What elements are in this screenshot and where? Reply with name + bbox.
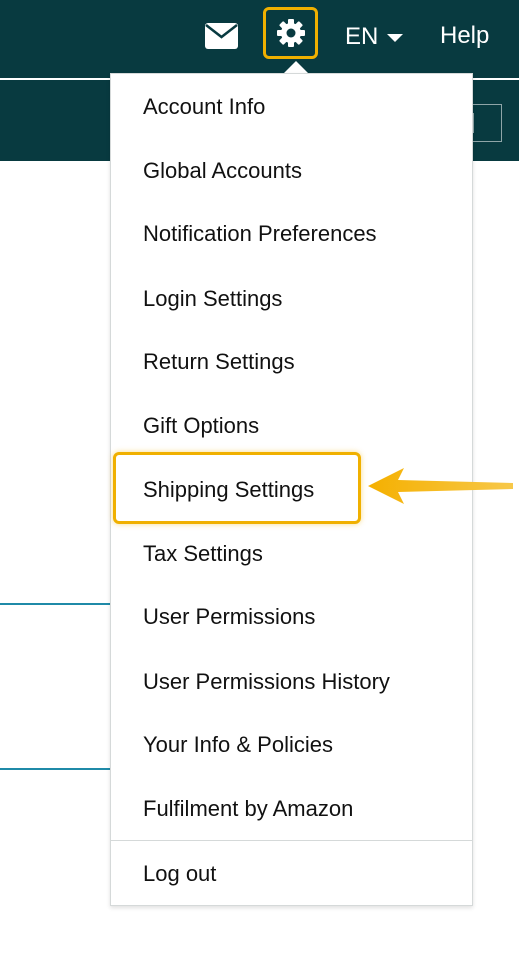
menu-separator <box>111 840 472 841</box>
menu-item-tax-settings[interactable]: Tax Settings <box>143 540 263 568</box>
pointer-arrow-icon <box>368 468 513 504</box>
menu-item-global-accounts[interactable]: Global Accounts <box>143 157 302 185</box>
menu-item-user-permissions[interactable]: User Permissions <box>143 603 315 631</box>
help-link[interactable]: Help <box>440 21 489 51</box>
menu-item-account-info[interactable]: Account Info <box>143 93 265 121</box>
menu-item-notification-preferences[interactable]: Notification Preferences <box>143 220 377 248</box>
menu-item-login-settings[interactable]: Login Settings <box>143 285 282 313</box>
gear-icon <box>277 19 305 47</box>
menu-item-return-settings[interactable]: Return Settings <box>143 348 295 376</box>
shipping-settings-highlight <box>113 452 361 524</box>
menu-item-log-out[interactable]: Log out <box>143 860 216 888</box>
background-divider <box>0 603 110 605</box>
language-label: EN <box>345 23 379 50</box>
menu-item-your-info-policies[interactable]: Your Info & Policies <box>143 731 333 759</box>
menu-item-user-permissions-history[interactable]: User Permissions History <box>143 668 390 696</box>
top-navigation-bar: EN Help <box>0 0 519 75</box>
mail-icon[interactable] <box>205 23 238 49</box>
settings-button[interactable] <box>263 7 318 59</box>
menu-item-gift-options[interactable]: Gift Options <box>143 412 259 440</box>
background-divider <box>0 768 110 770</box>
language-selector[interactable]: EN <box>345 21 404 53</box>
chevron-down-icon <box>387 34 404 42</box>
menu-item-fulfilment-by-amazon[interactable]: Fulfilment by Amazon <box>143 795 353 823</box>
